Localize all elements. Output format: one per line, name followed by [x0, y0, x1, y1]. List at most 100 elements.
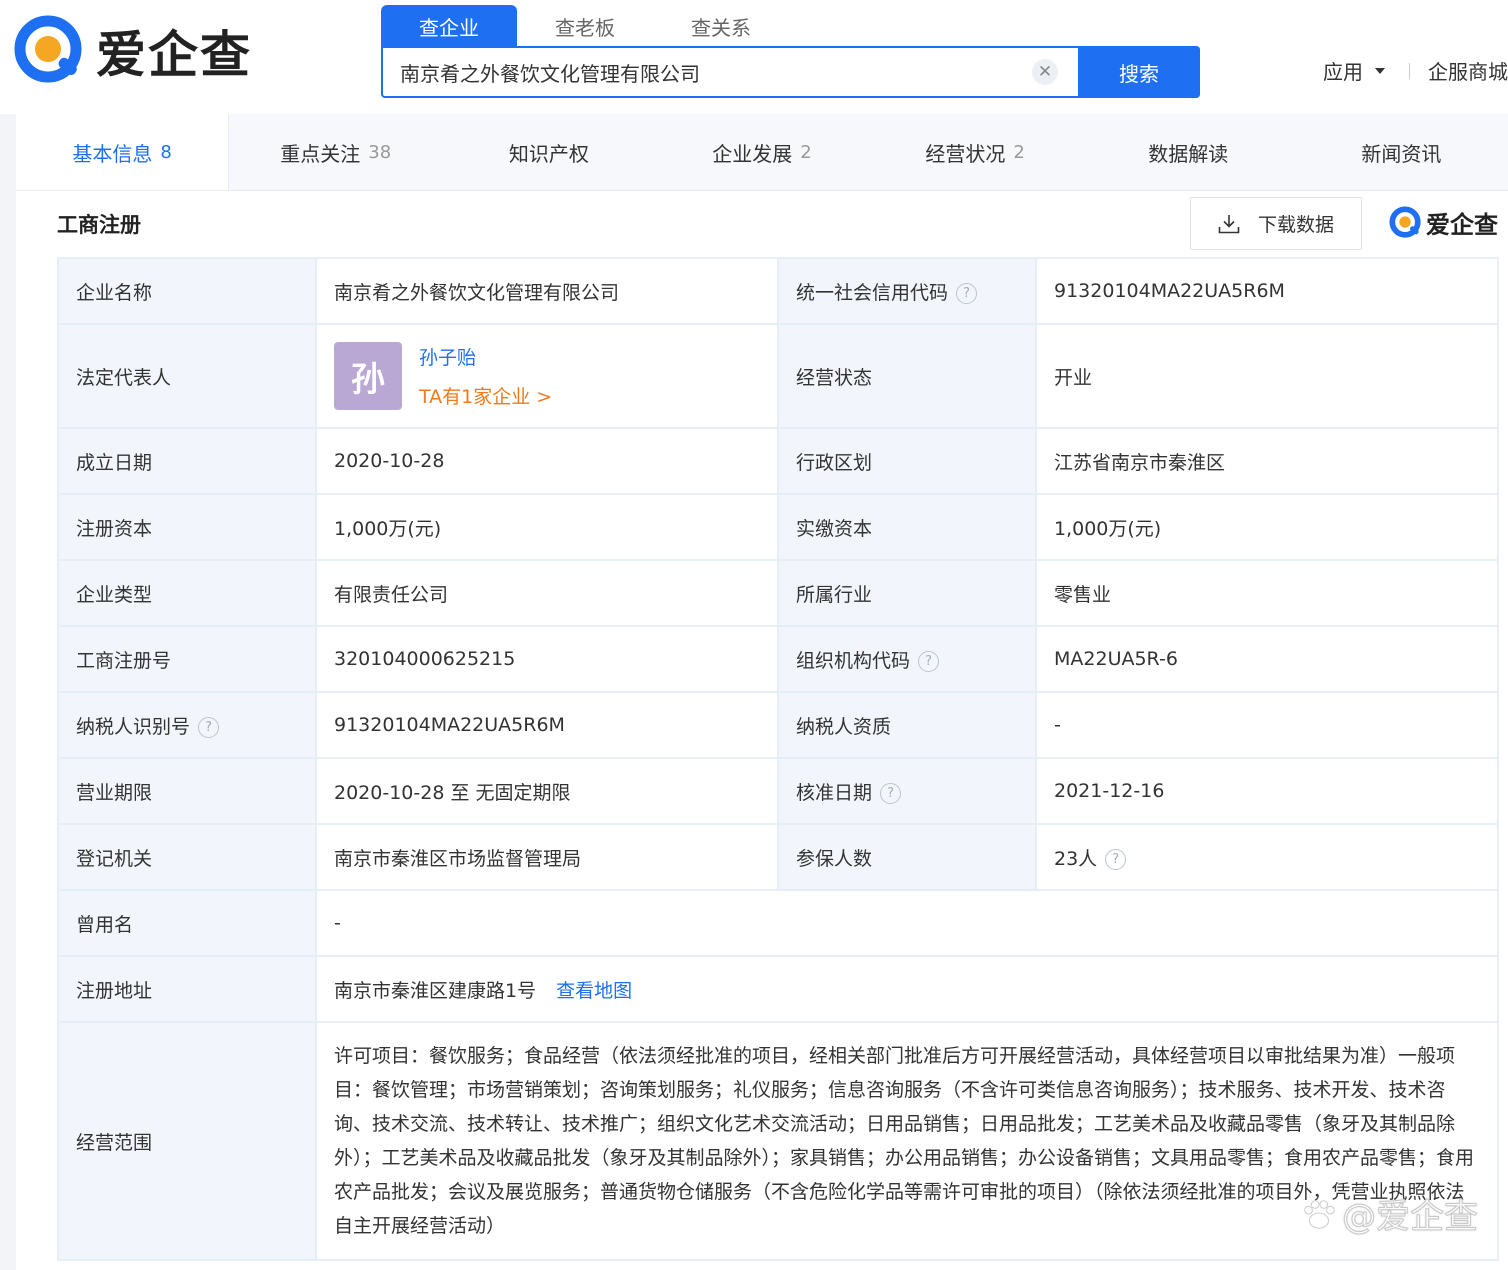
approval-date-label: 核准日期: [796, 781, 873, 804]
site-logo[interactable]: 爱企查: [14, 14, 252, 88]
cell-label: 所属行业: [777, 559, 1037, 627]
paid-capital-value: 1,000万(元): [1035, 493, 1499, 561]
legal-rep-companies-link[interactable]: TA有1家企业 >: [419, 382, 552, 409]
legal-rep: 孙 孙子贻 TA有1家企业 >: [334, 342, 760, 410]
credit-code-value: 91320104MA22UA5R6M: [1035, 257, 1499, 325]
watermark-text: @爱企查: [1342, 1197, 1479, 1238]
reg-no-value: 320104000625215: [315, 625, 779, 693]
tab-operation[interactable]: 经营状况 2: [869, 114, 1082, 190]
card-logo: 爱企查: [1389, 205, 1498, 240]
section-title: 工商注册: [57, 213, 141, 237]
tab-label: 企业发展: [712, 141, 793, 166]
authority-value: 南京市秦淮区市场监督管理局: [315, 823, 779, 891]
reg-capital-value: 1,000万(元): [315, 493, 779, 561]
download-data-button[interactable]: 下载数据: [1190, 197, 1362, 250]
tab-news[interactable]: 新闻资讯: [1295, 114, 1508, 190]
company-name-value: 南京肴之外餐饮文化管理有限公司: [315, 257, 779, 325]
search-type-tabs: 查企业 查老板 查关系: [381, 5, 789, 47]
address-value: 南京市秦淮区建康路1号: [334, 979, 537, 1002]
apps-menu-label: 应用: [1323, 60, 1363, 84]
registration-table: 企业名称 南京肴之外餐饮文化管理有限公司 统一社会信用代码? 91320104M…: [57, 257, 1499, 1261]
tax-id-label: 纳税人识别号: [76, 715, 191, 738]
tab-count: 2: [800, 141, 812, 163]
company-nav-tabs: 基本信息 8 重点关注 38 知识产权 企业发展 2 经营状况 2 数据解读 新闻资讯: [16, 114, 1508, 191]
table-row: 经营范围 许可项目：餐饮服务；食品经营（依法须经批准的项目，经相关部门批准后方可…: [57, 1021, 1499, 1261]
apps-menu[interactable]: 应用: [1323, 56, 1385, 85]
cell-label: 注册地址: [57, 955, 317, 1023]
cell-label: 成立日期: [57, 427, 317, 495]
status-value: 开业: [1035, 323, 1499, 429]
card-logo-text: 爱企查: [1426, 211, 1498, 239]
close-icon[interactable]: ✕: [1032, 59, 1058, 85]
tab-label: 经营状况: [925, 141, 1006, 166]
table-row: 成立日期 2020-10-28 行政区划 江苏省南京市秦淮区: [57, 427, 1499, 495]
search-tab-relation[interactable]: 查关系: [653, 5, 789, 47]
cell-label: 核准日期?: [777, 757, 1037, 825]
tab-count: 8: [160, 141, 172, 163]
download-icon: [1218, 214, 1240, 233]
address-cell: 南京市秦淮区建康路1号 查看地图: [315, 955, 1499, 1023]
tab-count: 38: [368, 141, 392, 163]
registration-card: 工商注册 下载数据 爱企查 企业名称 南京肴之外餐饮文化管理有限公司 统一社会信…: [16, 191, 1508, 1270]
tab-basic-info[interactable]: 基本信息 8: [16, 114, 230, 190]
help-icon[interactable]: ?: [198, 716, 220, 738]
table-row: 注册地址 南京市秦淮区建康路1号 查看地图: [57, 955, 1499, 1023]
tab-ip[interactable]: 知识产权: [442, 114, 655, 190]
cell-label: 参保人数: [777, 823, 1037, 891]
tab-development[interactable]: 企业发展 2: [655, 114, 868, 190]
search-button[interactable]: 搜索: [1078, 46, 1200, 98]
cell-label: 企业类型: [57, 559, 317, 627]
cell-label: 纳税人资质: [777, 691, 1037, 759]
term-value: 2020-10-28 至 无固定期限: [315, 757, 779, 825]
cell-label: 曾用名: [57, 889, 317, 957]
approval-date-value: 2021-12-16: [1035, 757, 1499, 825]
credit-code-label: 统一社会信用代码: [796, 281, 949, 304]
logo-q-icon: [14, 15, 82, 83]
search-input[interactable]: [383, 48, 1032, 96]
cell-label: 实缴资本: [777, 493, 1037, 561]
top-header: 爱企查 查企业 查老板 查关系 ✕ 搜索 应用 企服商城: [0, 0, 1508, 114]
tab-data-insight[interactable]: 数据解读: [1082, 114, 1295, 190]
view-map-link[interactable]: 查看地图: [556, 980, 632, 1002]
table-row: 企业名称 南京肴之外餐饮文化管理有限公司 统一社会信用代码? 91320104M…: [57, 257, 1499, 325]
industry-value: 零售业: [1035, 559, 1499, 627]
cell-label: 法定代表人: [57, 323, 317, 429]
caret-down-icon: [1375, 67, 1385, 74]
table-row: 登记机关 南京市秦淮区市场监督管理局 参保人数 23人?: [57, 823, 1499, 891]
table-row: 企业类型 有限责任公司 所属行业 零售业: [57, 559, 1499, 627]
logo-text: 爱企查: [96, 26, 252, 84]
watermark: @爱企查: [1300, 1189, 1479, 1238]
table-row: 营业期限 2020-10-28 至 无固定期限 核准日期? 2021-12-16: [57, 757, 1499, 825]
logo-q-icon: [1389, 205, 1421, 238]
org-code-label: 组织机构代码: [796, 649, 911, 672]
search-tab-company[interactable]: 查企业: [381, 5, 517, 47]
table-row: 工商注册号 320104000625215 组织机构代码? MA22UA5R-6: [57, 625, 1499, 693]
search-tab-boss[interactable]: 查老板: [517, 5, 653, 47]
table-row: 曾用名 -: [57, 889, 1499, 957]
avatar[interactable]: 孙: [334, 342, 402, 410]
org-code-value: MA22UA5R-6: [1035, 625, 1499, 693]
search-box: ✕ 搜索: [381, 46, 1200, 98]
insured-cell: 23人?: [1035, 823, 1499, 891]
cell-label: 企业名称: [57, 257, 317, 325]
help-icon[interactable]: ?: [918, 650, 940, 672]
help-icon[interactable]: ?: [1105, 848, 1127, 870]
region-value: 江苏省南京市秦淮区: [1035, 427, 1499, 495]
legal-rep-name-link[interactable]: 孙子贻: [419, 343, 552, 370]
tab-label: 新闻资讯: [1361, 141, 1442, 166]
cell-label: 统一社会信用代码?: [777, 257, 1037, 325]
header-links: 应用 企服商城: [1323, 56, 1508, 85]
tax-qual-value: -: [1035, 691, 1499, 759]
cell-label: 组织机构代码?: [777, 625, 1037, 693]
legal-rep-cell: 孙 孙子贻 TA有1家企业 >: [315, 323, 779, 429]
enterprise-services-link[interactable]: 企服商城: [1428, 56, 1508, 85]
cell-label: 行政区划: [777, 427, 1037, 495]
type-value: 有限责任公司: [315, 559, 779, 627]
cell-label: 经营范围: [57, 1021, 317, 1261]
download-label: 下载数据: [1257, 214, 1334, 236]
help-icon[interactable]: ?: [956, 282, 978, 304]
help-icon[interactable]: ?: [880, 782, 902, 804]
cell-label: 登记机关: [57, 823, 317, 891]
tab-label: 基本信息: [72, 141, 153, 166]
tab-key-focus[interactable]: 重点关注 38: [229, 114, 442, 190]
